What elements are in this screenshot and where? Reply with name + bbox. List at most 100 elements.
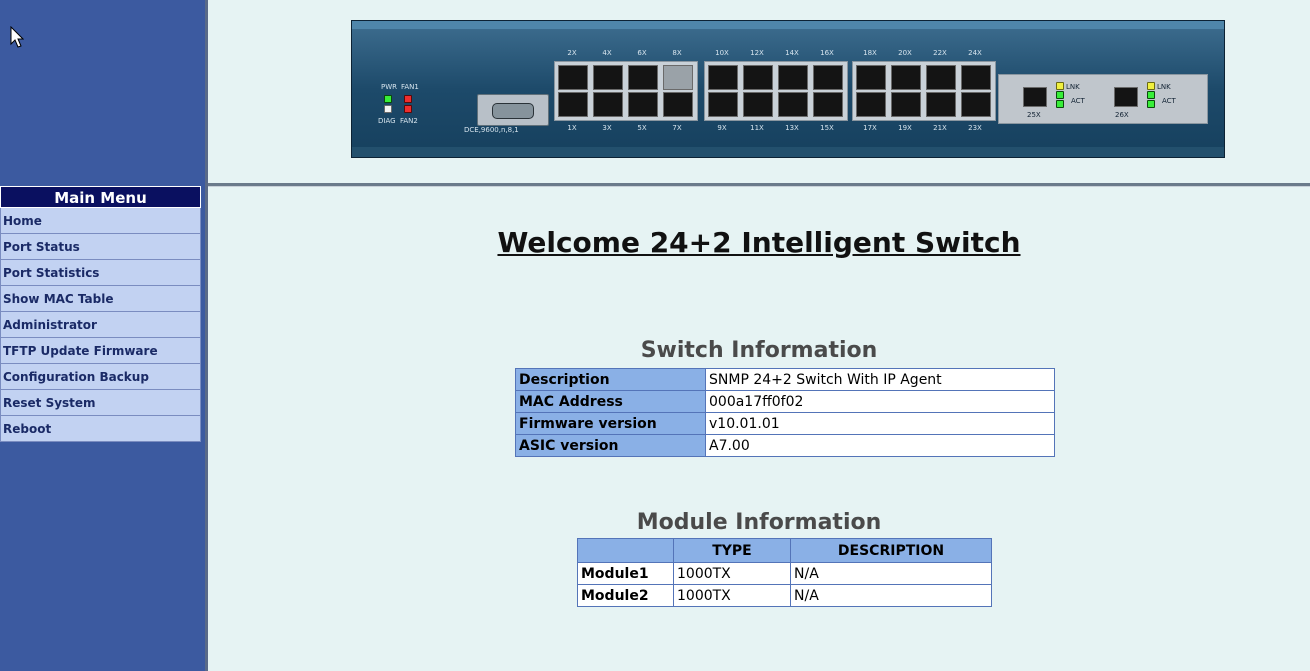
port-label-6x: 6X	[637, 49, 647, 57]
port-8x-icon[interactable]	[663, 65, 693, 90]
table-row: Module1 1000TX N/A	[577, 562, 992, 585]
switch-information-title: Switch Information	[640, 338, 878, 363]
port-label-7x: 7X	[672, 124, 682, 132]
fan2-led-icon	[404, 105, 412, 113]
module-column-header	[577, 538, 674, 563]
port-14x-icon[interactable]	[778, 65, 808, 90]
port-26x-icon[interactable]	[1114, 87, 1138, 107]
port-label-22x: 22X	[933, 49, 947, 57]
main-menu-title: Main Menu	[0, 186, 201, 208]
port-19x-icon[interactable]	[891, 92, 921, 117]
port-9x-icon[interactable]	[708, 92, 738, 117]
port-2x-icon[interactable]	[558, 65, 588, 90]
act-label-26x: ACT	[1162, 97, 1176, 105]
console-port-icon	[477, 94, 549, 126]
firmware-version-label: Firmware version	[515, 412, 706, 435]
module-information-table: TYPE DESCRIPTION Module1 1000TX N/A Modu…	[577, 538, 992, 607]
table-row: Module2 1000TX N/A	[577, 584, 992, 607]
lnk-led-25x-icon	[1056, 82, 1064, 90]
port-16x-icon[interactable]	[813, 65, 843, 90]
firmware-version-value: v10.01.01	[705, 412, 1055, 435]
port-15x-icon[interactable]	[813, 92, 843, 117]
port-1x-icon[interactable]	[558, 92, 588, 117]
port-13x-icon[interactable]	[778, 92, 808, 117]
port-group-2	[704, 61, 848, 121]
fan2-led-label: FAN2	[400, 117, 418, 125]
menu-item-reboot[interactable]: Reboot	[0, 416, 201, 442]
table-row: MAC Address 000a17ff0f02	[515, 390, 1055, 413]
act-led-26x-icon	[1147, 91, 1155, 99]
port-7x-icon[interactable]	[663, 92, 693, 117]
port-21x-icon[interactable]	[926, 92, 956, 117]
port-23x-icon[interactable]	[961, 92, 991, 117]
menu-item-show-mac-table[interactable]: Show MAC Table	[0, 286, 201, 312]
port-17x-icon[interactable]	[856, 92, 886, 117]
module-information-title: Module Information	[636, 510, 882, 535]
port-12x-icon[interactable]	[743, 65, 773, 90]
port-group-1	[554, 61, 698, 121]
asic-version-value: A7.00	[705, 434, 1055, 457]
module1-type: 1000TX	[673, 562, 791, 585]
port-24x-icon[interactable]	[961, 65, 991, 90]
switch-information-table: Description SNMP 24+2 Switch With IP Age…	[515, 368, 1055, 457]
port-20x-icon[interactable]	[891, 65, 921, 90]
port-5x-icon[interactable]	[628, 92, 658, 117]
port-18x-icon[interactable]	[856, 65, 886, 90]
port-label-14x: 14X	[785, 49, 799, 57]
port-11x-icon[interactable]	[743, 92, 773, 117]
lnk-label-26x: LNK	[1157, 83, 1171, 91]
lnk-label-25x: LNK	[1066, 83, 1080, 91]
main-menu: Main Menu Home Port Status Port Statisti…	[0, 186, 201, 442]
module1-description: N/A	[790, 562, 992, 585]
switch-front-panel: PWR FAN1 DIAG FAN2 DCE,9600,n,8,1 2X 4X …	[351, 20, 1225, 158]
module1-label: Module1	[577, 562, 674, 585]
menu-item-port-statistics[interactable]: Port Statistics	[0, 260, 201, 286]
port-label-15x: 15X	[820, 124, 834, 132]
menu-item-home[interactable]: Home	[0, 208, 201, 234]
port-label-16x: 16X	[820, 49, 834, 57]
act-led-25x-icon	[1056, 91, 1064, 99]
asic-version-label: ASIC version	[515, 434, 706, 457]
port-label-8x: 8X	[672, 49, 682, 57]
pwr-led-label: PWR	[381, 83, 398, 91]
port-label-20x: 20X	[898, 49, 912, 57]
port-label-13x: 13X	[785, 124, 799, 132]
port-label-10x: 10X	[715, 49, 729, 57]
port-label-18x: 18X	[863, 49, 877, 57]
lnk-led-26x-icon	[1147, 82, 1155, 90]
port-label-1x: 1X	[567, 124, 577, 132]
port-22x-icon[interactable]	[926, 65, 956, 90]
module2-type: 1000TX	[673, 584, 791, 607]
port-label-21x: 21X	[933, 124, 947, 132]
uplink-module: LNK ACT 25X LNK ACT 26X	[998, 74, 1208, 124]
page-title: Welcome 24+2 Intelligent Switch	[497, 226, 1021, 259]
table-header-row: TYPE DESCRIPTION	[577, 538, 992, 563]
port-label-12x: 12X	[750, 49, 764, 57]
port-label-17x: 17X	[863, 124, 877, 132]
menu-item-tftp-update-firmware[interactable]: TFTP Update Firmware	[0, 338, 201, 364]
fan1-led-icon	[404, 95, 412, 103]
port-6x-icon[interactable]	[628, 65, 658, 90]
fan1-led-label: FAN1	[401, 83, 419, 91]
type-column-header: TYPE	[673, 538, 791, 563]
port-25x-icon[interactable]	[1023, 87, 1047, 107]
diag-led-label: DIAG	[378, 117, 396, 125]
module2-description: N/A	[790, 584, 992, 607]
menu-item-configuration-backup[interactable]: Configuration Backup	[0, 364, 201, 390]
act-label-25x: ACT	[1071, 97, 1085, 105]
mac-address-value: 000a17ff0f02	[705, 390, 1055, 413]
port-label-4x: 4X	[602, 49, 612, 57]
description-label: Description	[515, 368, 706, 391]
menu-item-port-status[interactable]: Port Status	[0, 234, 201, 260]
port-group-3	[852, 61, 996, 121]
banner-divider	[208, 183, 1310, 187]
console-port-label: DCE,9600,n,8,1	[464, 126, 519, 134]
port-4x-icon[interactable]	[593, 65, 623, 90]
menu-item-administrator[interactable]: Administrator	[0, 312, 201, 338]
port-label-3x: 3X	[602, 124, 612, 132]
port-10x-icon[interactable]	[708, 65, 738, 90]
port-label-19x: 19X	[898, 124, 912, 132]
menu-item-reset-system[interactable]: Reset System	[0, 390, 201, 416]
port-3x-icon[interactable]	[593, 92, 623, 117]
port-label-9x: 9X	[717, 124, 727, 132]
